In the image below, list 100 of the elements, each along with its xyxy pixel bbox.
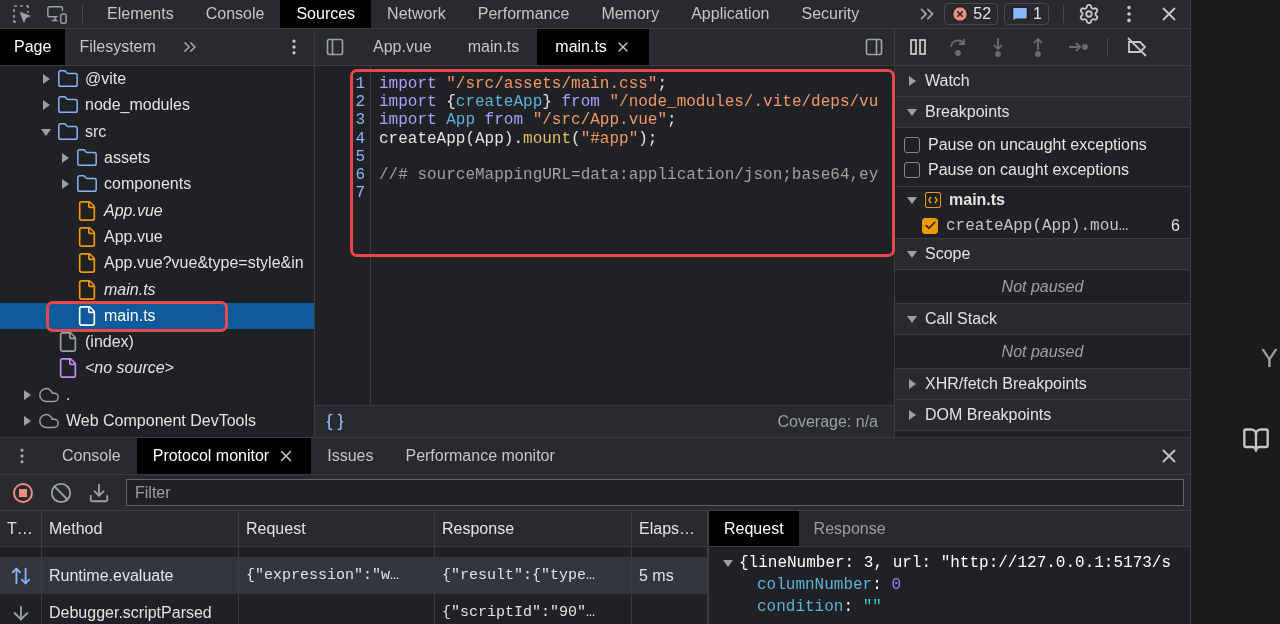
- device-toolbar-icon[interactable]: [46, 3, 68, 25]
- navigator-tab[interactable]: Page: [0, 29, 66, 65]
- collapsed-triangle-icon[interactable]: [41, 100, 51, 111]
- stop-recording-icon[interactable]: [12, 481, 34, 504]
- tree-item[interactable]: App.vue?vue&type=style&in: [0, 250, 314, 277]
- line-number: 2: [355, 93, 365, 112]
- message-row[interactable]: Debugger.scriptParsed {"scriptId":"90"…: [0, 594, 708, 624]
- tree-item[interactable]: assets: [0, 144, 314, 172]
- file-tab[interactable]: App.vue: [355, 29, 450, 65]
- file-tab[interactable]: main.ts: [449, 29, 538, 65]
- sidebar-toggle-icon[interactable]: [325, 37, 345, 57]
- tree-item[interactable]: App.vue: [0, 223, 314, 251]
- json-object-summary[interactable]: {lineNumber: 3, url: "http://127.0.0.1:5173/s: [723, 552, 1172, 574]
- error-icon: [951, 5, 970, 23]
- code-line: import App from "/src/App.vue";: [379, 111, 677, 130]
- tree-item[interactable]: main.ts: [0, 276, 314, 303]
- collapsed-triangle-icon[interactable]: [60, 153, 70, 164]
- panel-tab[interactable]: Console: [189, 0, 281, 28]
- clear-icon[interactable]: [50, 481, 72, 504]
- book-icon[interactable]: [1242, 426, 1270, 454]
- checkbox[interactable]: [904, 136, 920, 153]
- checkbox[interactable]: [904, 161, 920, 178]
- code-line: import {createApp} from "/node_modules/.vite/deps/vu: [379, 93, 879, 112]
- message-row[interactable]: Runtime.evaluate {"expression":"w… {"result":{"type… 5 ms: [0, 557, 708, 594]
- breakpoint-file[interactable]: main.ts: [895, 187, 1190, 213]
- tree-item[interactable]: components: [0, 171, 314, 198]
- breakpoint-line: 6: [1171, 216, 1180, 235]
- message-icon: [1011, 5, 1030, 23]
- section-header[interactable]: Breakpoints: [895, 97, 1190, 128]
- file-tab[interactable]: main.ts: [537, 29, 649, 65]
- column-header[interactable]: Request: [239, 511, 435, 546]
- settings-icon[interactable]: [1078, 3, 1100, 25]
- panel-tab[interactable]: Network: [371, 0, 462, 28]
- collapsed-triangle-icon[interactable]: [907, 76, 917, 86]
- expanded-triangle-icon[interactable]: [907, 249, 917, 259]
- panel-tab[interactable]: Performance: [461, 0, 586, 28]
- expanded-triangle-icon[interactable]: [723, 558, 733, 568]
- tree-item[interactable]: Web Component DevTools: [0, 407, 314, 435]
- column-header[interactable]: Method: [42, 511, 239, 546]
- section-header[interactable]: DOM Breakpoints: [895, 400, 1190, 431]
- expanded-triangle-icon[interactable]: [907, 195, 917, 205]
- column-header[interactable]: T…: [0, 511, 42, 546]
- checkbox-option[interactable]: Pause on uncaught exceptions: [895, 132, 1190, 157]
- json-property: condition: "": [756, 597, 882, 618]
- table-cell: {"expression":"w…: [246, 567, 400, 584]
- tree-item[interactable]: node_modules: [0, 92, 314, 119]
- panel-tab[interactable]: Security: [785, 0, 876, 28]
- message-count-badge[interactable]: 1: [1004, 3, 1049, 25]
- panel-tab[interactable]: Application: [675, 0, 786, 28]
- inspect-icon[interactable]: [12, 4, 32, 24]
- drawer-tab[interactable]: Performance monitor: [389, 438, 571, 474]
- section-header[interactable]: Scope: [895, 239, 1190, 270]
- error-count-badge[interactable]: 52: [944, 3, 999, 25]
- table-cell: {"scriptId":"90"…: [442, 604, 596, 621]
- drawer-tab[interactable]: Protocol monitor: [136, 438, 312, 474]
- checkbox[interactable]: [922, 217, 938, 234]
- collapsed-triangle-icon[interactable]: [907, 410, 917, 420]
- section-header[interactable]: XHR/fetch Breakpoints: [895, 369, 1190, 400]
- panel-tab[interactable]: Memory: [585, 0, 676, 28]
- section-header[interactable]: Call Stack: [895, 304, 1190, 335]
- table-cell: Debugger.scriptParsed: [49, 603, 212, 622]
- tree-item[interactable]: (index): [0, 328, 314, 356]
- download-icon[interactable]: [88, 481, 110, 504]
- tree-item[interactable]: .: [0, 381, 314, 408]
- detail-tab[interactable]: Response: [798, 511, 901, 546]
- detail-tab[interactable]: Request: [709, 511, 799, 546]
- collapsed-triangle-icon[interactable]: [41, 74, 51, 85]
- pretty-print-icon[interactable]: [325, 411, 345, 432]
- coverage-text: Coverage: n/a: [777, 412, 878, 431]
- expanded-triangle-icon[interactable]: [907, 107, 917, 117]
- expanded-triangle-icon[interactable]: [907, 314, 917, 324]
- tree-item[interactable]: src: [0, 118, 314, 145]
- panel-tab[interactable]: Elements: [91, 0, 190, 28]
- tree-item[interactable]: App.vue: [0, 197, 314, 224]
- filter-field[interactable]: Filter: [126, 479, 1184, 506]
- collapsed-triangle-icon[interactable]: [907, 379, 917, 389]
- line-number: 1: [355, 75, 365, 94]
- collapsed-triangle-icon[interactable]: [60, 179, 70, 190]
- column-header[interactable]: Elaps…: [632, 511, 708, 546]
- navigator-tab[interactable]: Filesystem: [65, 29, 170, 65]
- deactivate-breakpoints-icon[interactable]: [1126, 36, 1148, 58]
- panel-tab[interactable]: Sources: [280, 0, 372, 28]
- line-number: 7: [355, 184, 365, 203]
- drawer-tab[interactable]: Issues: [311, 438, 390, 474]
- line-number: 5: [355, 147, 365, 166]
- tree-item[interactable]: <no source>: [0, 355, 314, 382]
- sidebar-toggle-icon[interactable]: [864, 37, 884, 57]
- expanded-triangle-icon[interactable]: [41, 126, 51, 137]
- code-line: import "/src/assets/main.css";: [379, 75, 668, 94]
- tree-item[interactable]: @vite: [0, 66, 314, 93]
- column-header[interactable]: Response: [435, 511, 632, 546]
- tree-item[interactable]: main.ts: [0, 302, 314, 329]
- section-header[interactable]: Watch: [895, 66, 1190, 97]
- pause-icon[interactable]: [907, 36, 929, 58]
- drawer-tab[interactable]: Console: [46, 438, 137, 474]
- partial-text: Y: [1260, 343, 1278, 374]
- checkbox-option[interactable]: Pause on caught exceptions: [895, 157, 1190, 182]
- collapsed-triangle-icon[interactable]: [22, 416, 32, 426]
- collapsed-triangle-icon[interactable]: [22, 389, 32, 400]
- code-file-icon: [925, 192, 941, 208]
